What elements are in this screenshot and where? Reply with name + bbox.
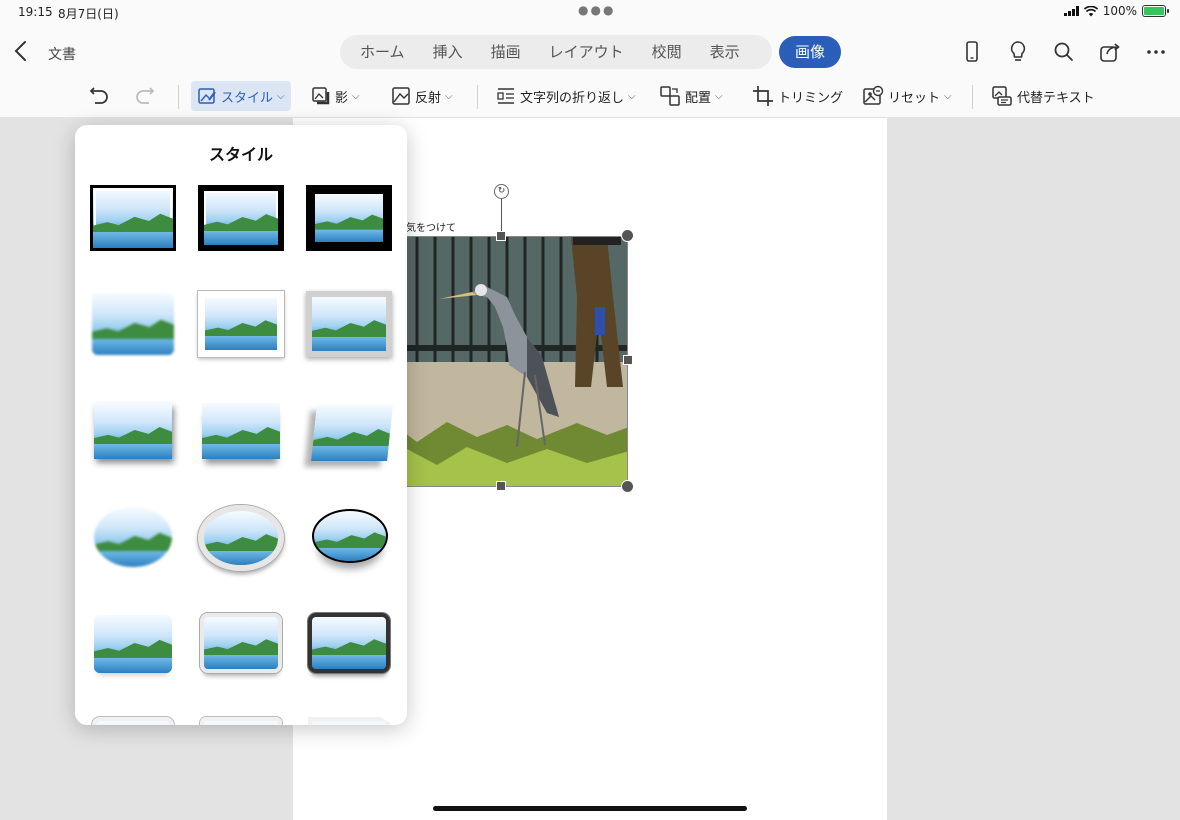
style-frame-thin-black[interactable] — [90, 185, 176, 251]
style-label: スタイル — [221, 90, 274, 106]
reflection-label: 反射 — [415, 90, 442, 106]
more-icon[interactable] — [1142, 38, 1170, 66]
chevron-down-icon: ⌵ — [277, 90, 285, 102]
battery-icon — [1142, 5, 1169, 17]
crop-label: トリミング — [778, 90, 844, 106]
wrap-text-button[interactable]: 文字列の折り返し ⌵ — [496, 81, 636, 111]
ribbon-separator — [477, 85, 478, 109]
reflection-button[interactable]: 反射 ⌵ — [391, 81, 453, 111]
style-partial-2[interactable] — [198, 715, 284, 725]
undo-button[interactable] — [88, 81, 110, 111]
chevron-down-icon: ⌵ — [445, 90, 453, 102]
document-text[interactable]: 気をつけて — [406, 219, 456, 234]
redo-button[interactable] — [134, 81, 156, 111]
style-shadow-bottom[interactable] — [198, 401, 284, 467]
back-chevron-icon[interactable] — [12, 40, 30, 62]
status-date: 8月7日(日) — [58, 7, 119, 21]
selected-picture[interactable] — [376, 236, 628, 487]
shadow-icon — [312, 87, 330, 105]
style-frame-thick-black[interactable] — [306, 185, 392, 251]
style-oval-frame-silver[interactable] — [198, 505, 284, 571]
share-icon[interactable] — [1096, 38, 1124, 66]
crop-icon — [753, 86, 773, 106]
style-oval-black-shadow[interactable] — [306, 505, 392, 571]
resize-handle-top-right[interactable] — [621, 229, 634, 242]
ribbon-tabs: ホーム 挿入 描画 レイアウト 校閲 表示 — [340, 35, 772, 69]
rotate-handle-icon[interactable]: ↻ — [494, 184, 509, 199]
resize-handle-bottom[interactable] — [496, 481, 506, 491]
redo-icon — [136, 87, 155, 104]
style-rounded-frame-silver[interactable] — [198, 611, 284, 677]
style-oval-soft[interactable] — [90, 505, 176, 571]
home-indicator[interactable] — [433, 806, 747, 811]
status-right: 100% — [1063, 4, 1169, 18]
status-bar: 19:15 8月7日(日) ●●● 100% — [0, 0, 1180, 26]
tab-layout[interactable]: レイアウト — [535, 35, 638, 69]
style-button[interactable]: スタイル ⌵ — [191, 81, 291, 111]
alt-text-button[interactable]: 代替テキスト — [991, 81, 1095, 111]
shadow-label: 影 — [335, 90, 349, 106]
crop-button[interactable]: トリミング — [752, 81, 843, 111]
popover-title: スタイル — [208, 145, 273, 164]
reset-button[interactable]: リセット ⌵ — [862, 81, 952, 111]
style-frame-double-black[interactable] — [198, 185, 284, 251]
reset-picture-icon — [863, 85, 884, 105]
resize-handle-right[interactable] — [623, 355, 633, 365]
reflection-icon — [392, 87, 410, 105]
tab-view[interactable]: 表示 — [696, 35, 754, 69]
chevron-down-icon: ⌵ — [944, 90, 952, 102]
status-time: 19:15 — [18, 5, 53, 19]
picture-style-icon — [198, 88, 216, 104]
lightbulb-icon[interactable] — [1004, 38, 1032, 66]
app-header: 文書 ホーム 挿入 描画 レイアウト 校閲 表示 画像 — [0, 26, 1180, 76]
alt-text-label: 代替テキスト — [1017, 90, 1095, 106]
style-frame-gray-bevel[interactable] — [306, 291, 392, 357]
style-shadow-drop[interactable] — [90, 401, 176, 467]
style-rounded-frame-dark[interactable] — [306, 611, 392, 677]
ribbon-separator — [178, 85, 179, 109]
document-title[interactable]: 文書 — [48, 44, 76, 64]
phone-icon[interactable] — [958, 38, 986, 66]
multitask-dots-icon[interactable]: ●●● — [578, 3, 615, 17]
shadow-button[interactable]: 影 ⌵ — [311, 81, 360, 111]
heron-photo — [377, 237, 627, 486]
wifi-icon — [1083, 5, 1098, 16]
chevron-down-icon: ⌵ — [352, 90, 360, 102]
cellular-signal-icon — [1063, 6, 1079, 16]
battery-percent: 100% — [1102, 4, 1137, 18]
wrap-text-label: 文字列の折り返し — [520, 90, 625, 106]
ribbon-separator — [972, 85, 973, 109]
header-icons — [958, 38, 1170, 66]
tab-review[interactable]: 校閲 — [638, 35, 696, 69]
chevron-down-icon: ⌵ — [628, 90, 636, 102]
resize-handle-top[interactable] — [496, 231, 506, 241]
style-partial-1[interactable] — [90, 715, 176, 725]
arrange-label: 配置 — [685, 90, 712, 106]
style-rounded-soft[interactable] — [90, 611, 176, 677]
arrange-button[interactable]: 配置 ⌵ — [659, 81, 723, 111]
wrap-text-icon — [497, 88, 514, 104]
picture-ribbon: スタイル ⌵ 影 ⌵ 反射 ⌵ 文字列の折り返し ⌵ 配置 ⌵ トリミング リセ… — [0, 76, 1180, 118]
search-icon[interactable] — [1050, 38, 1078, 66]
arrange-icon — [660, 86, 680, 106]
undo-icon — [89, 87, 108, 104]
chevron-down-icon: ⌵ — [715, 90, 723, 102]
tab-home[interactable]: ホーム — [346, 35, 419, 69]
reset-label: リセット — [888, 90, 941, 106]
tab-picture[interactable]: 画像 — [779, 36, 841, 68]
style-partial-3[interactable] — [306, 715, 392, 725]
resize-handle-bottom-right[interactable] — [621, 480, 634, 493]
tab-draw[interactable]: 描画 — [477, 35, 535, 69]
style-popover: スタイル — [75, 125, 407, 725]
alt-text-icon — [992, 86, 1012, 106]
style-perspective[interactable] — [306, 401, 393, 467]
tab-insert[interactable]: 挿入 — [419, 35, 477, 69]
style-frame-white[interactable] — [198, 291, 284, 357]
style-soft-edge[interactable] — [90, 291, 176, 357]
